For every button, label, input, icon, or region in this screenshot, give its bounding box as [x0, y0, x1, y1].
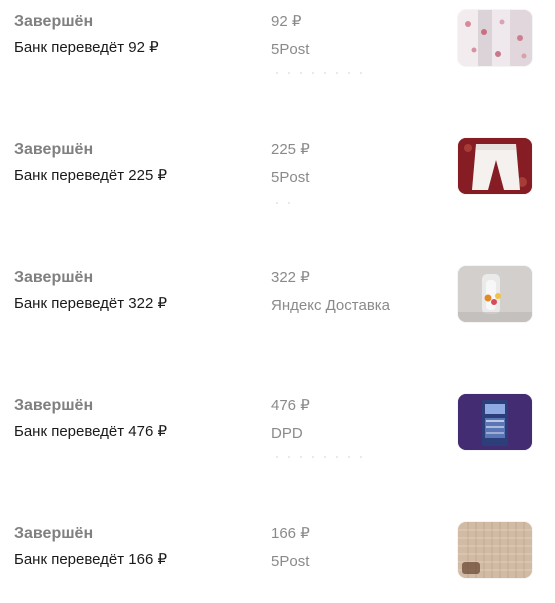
- order-row[interactable]: Завершён Банк переведёт 476 ₽ 476 ₽ DPD: [0, 394, 555, 466]
- divider-dots: [271, 202, 291, 204]
- order-price: 225 ₽: [271, 141, 310, 158]
- order-thumbnail[interactable]: [458, 394, 532, 450]
- orders-list: Завершён Банк переведёт 92 ₽ 92 ₽ 5Post: [0, 0, 555, 603]
- order-status: Завершён: [14, 525, 94, 542]
- order-price: 322 ₽: [271, 269, 310, 286]
- order-thumbnail[interactable]: [458, 266, 532, 322]
- order-payout: Банк переведёт 322 ₽: [14, 295, 168, 312]
- order-thumbnail[interactable]: [458, 10, 532, 66]
- order-price: 476 ₽: [271, 397, 310, 414]
- order-row[interactable]: Завершён Банк переведёт 92 ₽ 92 ₽ 5Post: [0, 10, 555, 82]
- order-price: 166 ₽: [271, 525, 310, 542]
- order-row[interactable]: Завершён Банк переведёт 322 ₽ 322 ₽ Янде…: [0, 266, 555, 338]
- order-row[interactable]: Завершён Банк переведёт 225 ₽ 225 ₽ 5Pos…: [0, 138, 555, 210]
- order-status: Завершён: [14, 269, 94, 286]
- order-carrier: 5Post: [271, 169, 310, 186]
- order-carrier: Яндекс Доставка: [271, 297, 391, 314]
- order-status: Завершён: [14, 141, 94, 158]
- order-thumbnail[interactable]: [458, 138, 532, 194]
- divider-dots: [271, 456, 366, 458]
- order-row[interactable]: Завершён Банк переведёт 166 ₽ 166 ₽ 5Pos…: [0, 522, 555, 594]
- order-payout: Банк переведёт 92 ₽: [14, 39, 159, 56]
- order-price: 92 ₽: [271, 13, 302, 30]
- order-status: Завершён: [14, 13, 94, 30]
- order-status: Завершён: [14, 397, 94, 414]
- order-carrier: 5Post: [271, 41, 310, 58]
- order-carrier: DPD: [271, 425, 303, 442]
- divider-dots: [271, 72, 371, 74]
- order-thumbnail[interactable]: [458, 522, 532, 578]
- order-payout: Банк переведёт 166 ₽: [14, 551, 168, 568]
- order-payout: Банк переведёт 476 ₽: [14, 423, 168, 440]
- order-payout: Банк переведёт 225 ₽: [14, 167, 168, 184]
- order-carrier: 5Post: [271, 553, 310, 570]
